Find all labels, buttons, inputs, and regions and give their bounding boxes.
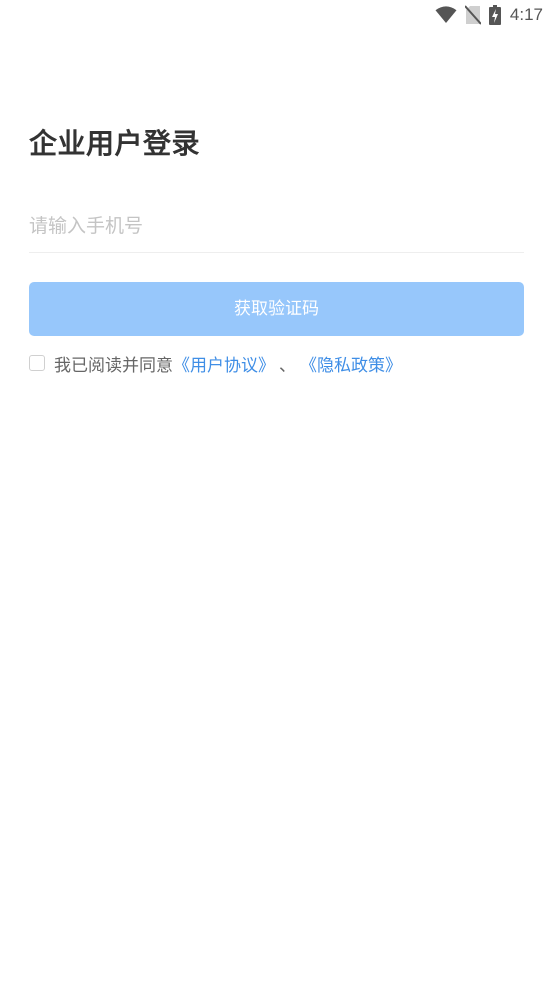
page-title: 企业用户登录 (29, 127, 201, 160)
wifi-icon (435, 6, 457, 24)
agreement-checkbox[interactable] (29, 355, 45, 371)
user-agreement-link[interactable]: 《用户协议》 (173, 351, 275, 376)
agreement-row: 我已阅读并同意 《用户协议》 、 《隐私政策》 (29, 350, 402, 376)
status-icons: 4:17 (435, 4, 543, 26)
status-time: 4:17 (509, 5, 543, 24)
no-sim-icon (464, 5, 481, 25)
privacy-policy-link[interactable]: 《隐私政策》 (300, 351, 402, 376)
battery-charging-icon (488, 5, 501, 25)
get-code-button[interactable]: 获取验证码 (29, 282, 524, 336)
status-bar: 4:17 (0, 0, 553, 30)
phone-input[interactable] (29, 204, 524, 248)
agreement-separator: 、 (279, 355, 296, 376)
agreement-text: 我已阅读并同意 (54, 355, 173, 376)
phone-field (29, 204, 524, 253)
